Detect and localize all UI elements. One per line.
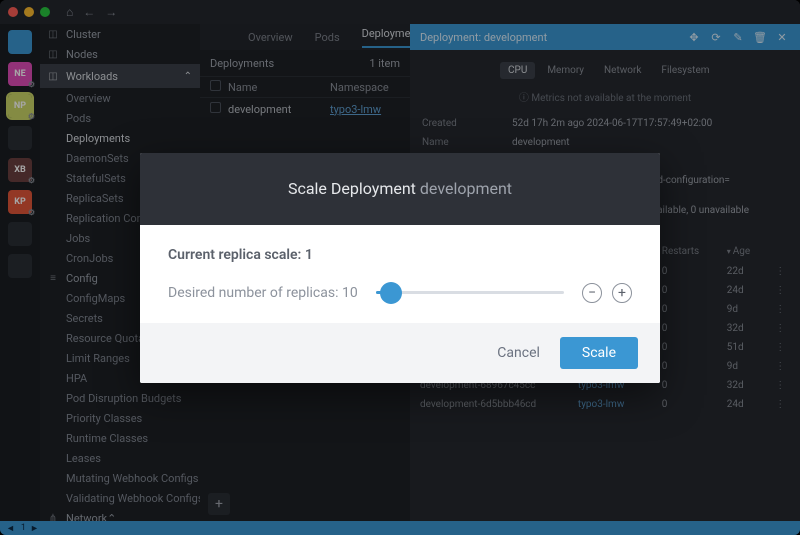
desired-replicas-label: Desired number of replicas: 10	[168, 285, 358, 301]
cancel-button[interactable]: Cancel	[497, 345, 540, 361]
modal-title-action: Scale Deployment	[288, 179, 416, 198]
replica-slider[interactable]	[376, 281, 564, 305]
modal-overlay[interactable]: Scale Deployment development Current rep…	[0, 0, 800, 535]
modal-title: Scale Deployment development	[140, 153, 660, 225]
slider-thumb[interactable]	[380, 282, 402, 304]
decrement-button[interactable]: −	[582, 283, 602, 303]
current-replica-label: Current replica scale: 1	[168, 247, 632, 263]
increment-button[interactable]: +	[612, 283, 632, 303]
app-window: ⌂ ← → NE⚙NP⚙XB⚙KP⚙ ◫Cluster◫Nodes◫Worklo…	[0, 0, 800, 535]
scale-deployment-modal: Scale Deployment development Current rep…	[140, 153, 660, 383]
modal-title-target: development	[420, 179, 512, 198]
scale-button[interactable]: Scale	[560, 337, 638, 369]
